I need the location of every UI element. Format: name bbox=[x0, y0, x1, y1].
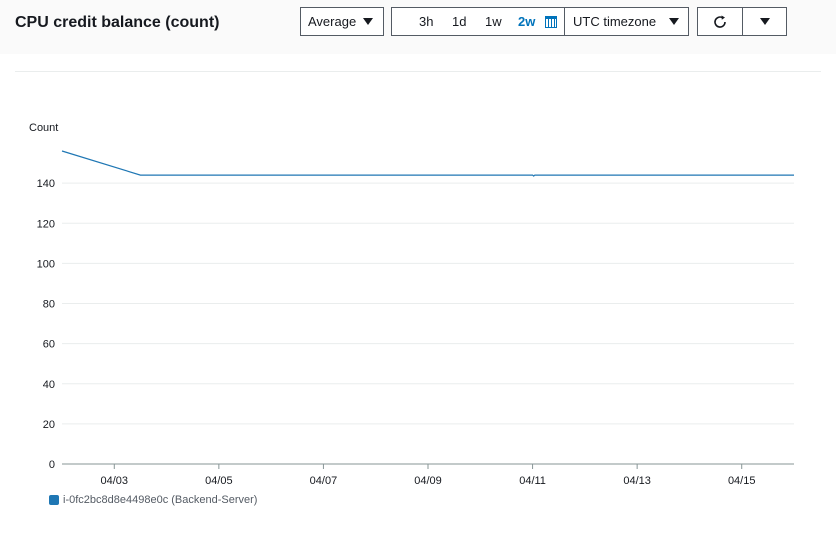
x-axis-ticks: 04/03 04/05 04/07 04/09 04/11 04/13 04/15 bbox=[101, 464, 756, 487]
y-tick-label: 80 bbox=[43, 299, 55, 311]
legend-swatch bbox=[49, 495, 59, 505]
chart-series bbox=[61, 150, 794, 177]
x-tick-label: 04/05 bbox=[205, 475, 233, 487]
chart-legend: i-0fc2bc8d8e4498e0c (Backend-Server) bbox=[49, 494, 257, 506]
y-tick-label: 120 bbox=[37, 218, 55, 230]
y-tick-label: 140 bbox=[37, 178, 55, 190]
legend-label[interactable]: i-0fc2bc8d8e4498e0c (Backend-Server) bbox=[63, 494, 257, 506]
x-tick-label: 04/03 bbox=[101, 475, 129, 487]
x-tick-label: 04/13 bbox=[623, 475, 651, 487]
x-tick-label: 04/11 bbox=[519, 475, 546, 487]
y-tick-label: 100 bbox=[37, 258, 55, 270]
y-tick-label: 0 bbox=[49, 459, 55, 471]
y-tick-label: 20 bbox=[43, 419, 55, 431]
y-axis-ticks: 0 20 40 60 80 100 120 140 bbox=[37, 178, 55, 471]
y-axis-label: Count bbox=[29, 122, 58, 134]
chart-gridlines bbox=[62, 182, 794, 425]
line-chart: Count 0 20 40 60 80 100 120 140 04/03 04/05 04/07… bbox=[29, 122, 794, 487]
x-tick-label: 04/09 bbox=[414, 475, 442, 487]
x-tick-label: 04/07 bbox=[310, 475, 338, 487]
y-tick-label: 40 bbox=[43, 379, 55, 391]
x-tick-label: 04/15 bbox=[728, 475, 756, 487]
y-tick-label: 60 bbox=[43, 339, 55, 351]
series-line[interactable] bbox=[61, 150, 794, 177]
